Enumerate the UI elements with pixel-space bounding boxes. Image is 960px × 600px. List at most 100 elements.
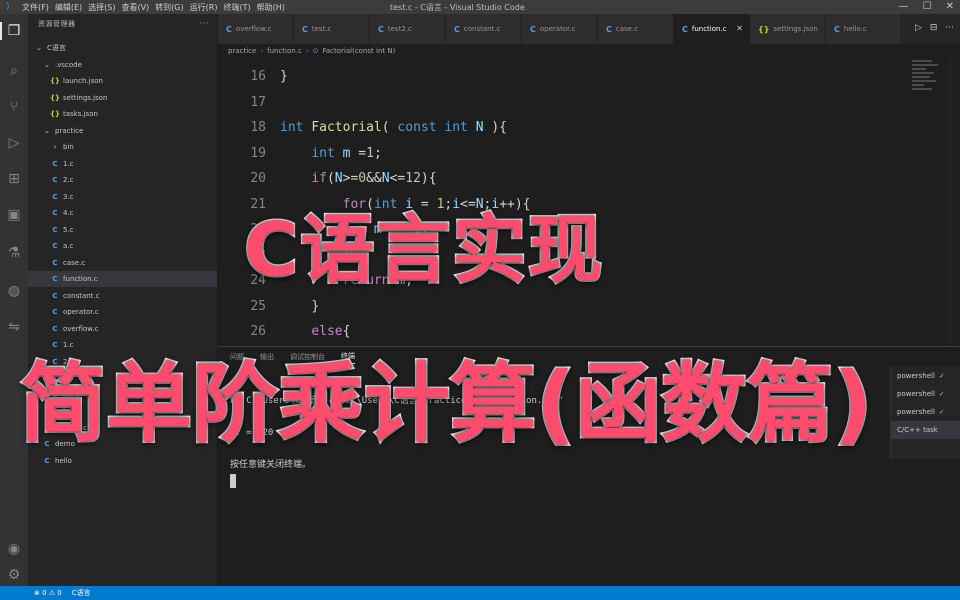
tree-item[interactable]: C 4.c: [28, 205, 217, 221]
menu-item[interactable]: 终端(T): [223, 2, 250, 13]
tab-label: hello.c: [843, 25, 867, 33]
tree-item[interactable]: C 3.c: [28, 189, 217, 205]
editor-tab[interactable]: Cfunction.c ✕: [674, 14, 750, 44]
tree-item-label: 2.c: [63, 176, 74, 184]
code-line: 19 int m =1;: [218, 141, 908, 167]
code-token: <=: [389, 171, 406, 186]
code-token: 0: [358, 171, 367, 186]
code-line: 17: [218, 90, 908, 116]
breadcrumb-folder[interactable]: practice: [228, 47, 256, 55]
terminal-instance[interactable]: powershell ✓: [891, 385, 960, 403]
settings-gear-icon[interactable]: ⚙: [5, 566, 23, 584]
workspace-status[interactable]: C语言: [72, 588, 91, 598]
editor-tab[interactable]: Coverflow.c: [218, 14, 294, 44]
code-line: 25 }: [218, 294, 908, 320]
menu-item[interactable]: 转到(G): [155, 2, 183, 13]
editor-tab[interactable]: Ctest2.c: [370, 14, 446, 44]
code-token: ){: [420, 171, 437, 186]
c-file-icon: C: [226, 24, 232, 34]
terminal-instance[interactable]: powershell ✓: [891, 367, 960, 385]
c-file-icon: C: [52, 209, 58, 217]
tab-label: overflow.c: [235, 25, 272, 33]
tree-item-label: overflow.c: [63, 324, 99, 333]
tree-item[interactable]: Cconstant.c: [28, 288, 217, 304]
overlay-title-line2: 简单阶乘计算(函数篇): [19, 353, 875, 456]
editor-tab[interactable]: Ccase.c: [598, 14, 674, 44]
more-editor-actions-icon[interactable]: ···: [945, 23, 954, 33]
maximize-button[interactable]: ☐: [923, 1, 932, 12]
tree-item[interactable]: Ca.c: [28, 238, 217, 254]
run-file-icon[interactable]: ▷: [915, 23, 922, 33]
menu-item[interactable]: 查看(V): [121, 2, 149, 13]
editor-tab[interactable]: Ctest.c: [294, 14, 370, 44]
explorer-sidebar: 资源管理器 ··· ⌄ C语言 ⌄ .vscode{} launch.json{} set…: [28, 14, 218, 586]
tree-item-label: constant.c: [63, 291, 100, 300]
function-symbol-icon: ⊙: [312, 47, 319, 55]
tree-item[interactable]: {} launch.json: [28, 73, 217, 89]
editor-tab[interactable]: {} settings.json: [750, 14, 826, 44]
code-line: 20 if(N>=0&&N<=12){: [218, 166, 908, 192]
menu-item[interactable]: 选择(S): [88, 2, 115, 13]
terminal-instance-label: powershell: [897, 408, 935, 416]
extensions-icon[interactable]: ⊞: [5, 170, 23, 188]
code-token: N: [475, 120, 484, 135]
tree-item-label: operator.c: [63, 308, 99, 316]
editor-tab[interactable]: Cconstant.c: [446, 14, 522, 44]
tree-item[interactable]: ⌄ C语言: [28, 40, 217, 56]
tree-item[interactable]: {} tasks.json: [28, 106, 217, 122]
remote-explorer-icon[interactable]: ▣: [5, 206, 23, 224]
tab-label: constant.c: [463, 25, 501, 33]
tree-item[interactable]: Ccase.c: [28, 255, 217, 271]
breadcrumb: practice › function.c › ⊙ Factorial(cons…: [218, 44, 960, 58]
minimap[interactable]: [912, 58, 940, 98]
tree-item[interactable]: ⌄ .vscode: [28, 57, 217, 73]
account-icon[interactable]: ◉: [5, 540, 23, 558]
tree-item-label: .vscode: [55, 60, 82, 69]
tree-item[interactable]: {} settings.json: [28, 90, 217, 106]
code-token: ){: [483, 120, 508, 135]
code-token: int: [444, 120, 468, 135]
status-bar: ⊗ 0 ⚠ 0 C语言: [0, 586, 960, 600]
minimize-button[interactable]: —: [899, 1, 909, 12]
tree-item[interactable]: C 5.c: [28, 222, 217, 238]
run-debug-icon[interactable]: ▷: [5, 134, 23, 152]
docker-icon[interactable]: ◍: [5, 282, 23, 300]
terminal-cursor: [230, 473, 236, 488]
split-editor-icon[interactable]: ⊟: [930, 23, 938, 33]
tree-item[interactable]: Coperator.c: [28, 304, 217, 320]
c-file-icon: C: [302, 24, 308, 34]
menu-item[interactable]: 帮助(H): [257, 2, 285, 13]
more-actions-icon[interactable]: ···: [199, 14, 209, 34]
problems-status[interactable]: ⊗ 0 ⚠ 0: [34, 589, 62, 597]
code-token: N: [334, 171, 343, 186]
menu-item[interactable]: 编辑(E): [55, 2, 82, 13]
terminal-instance[interactable]: C/C++ task: [891, 421, 960, 439]
json-file-icon: {}: [50, 110, 60, 118]
close-window-button[interactable]: ✕: [946, 1, 954, 12]
tree-item-label: function.c: [63, 275, 98, 283]
editor-scrollbar[interactable]: [950, 58, 960, 346]
tree-item-label: C语言: [47, 44, 66, 52]
tree-item[interactable]: C 1.c: [28, 156, 217, 172]
tree-item[interactable]: Cfunction.c: [28, 271, 217, 287]
tree-item[interactable]: C 2.c: [28, 172, 217, 188]
code-token: }: [280, 69, 288, 84]
c-file-icon: C: [52, 258, 58, 267]
menu-item[interactable]: 文件(F): [22, 2, 49, 13]
code-token: Factorial: [311, 120, 382, 135]
tree-item[interactable]: › bin: [28, 139, 217, 155]
terminal-instance[interactable]: powershell ✓: [891, 403, 960, 421]
close-tab-icon[interactable]: ✕: [736, 24, 743, 33]
tree-item[interactable]: ⌄ practice: [28, 123, 217, 139]
files-icon[interactable]: ❐: [0, 22, 23, 40]
menu-item[interactable]: 运行(R): [190, 2, 218, 13]
search-icon[interactable]: ⌕: [5, 62, 23, 80]
breadcrumb-file[interactable]: function.c: [267, 47, 302, 55]
source-control-icon[interactable]: ⑂: [5, 98, 23, 116]
testing-icon[interactable]: ⚗: [5, 244, 23, 262]
editor-tab[interactable]: Chello.c: [826, 14, 902, 44]
breadcrumb-symbol[interactable]: Factorial(const int N): [322, 47, 395, 55]
editor-tab[interactable]: Coperator.c: [522, 14, 598, 44]
